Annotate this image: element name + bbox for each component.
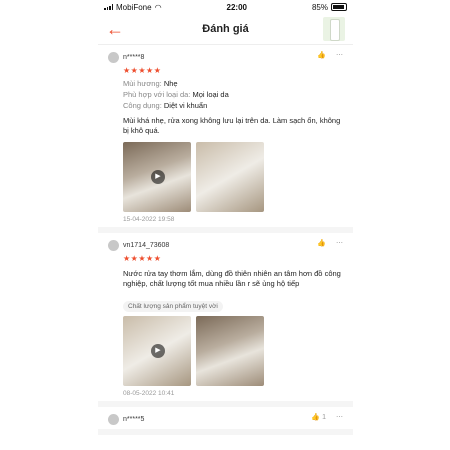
review-tag: Chất lượng sản phẩm tuyệt vời — [123, 301, 223, 312]
review-text: Mùi khá nhẹ, rửa xong không lưu lại trên… — [123, 116, 341, 135]
attribute-row: Mùi hương: Nhẹ — [123, 79, 178, 88]
review-photo[interactable] — [196, 316, 264, 386]
review-video[interactable]: ▶ — [123, 142, 191, 212]
avatar[interactable] — [108, 413, 119, 425]
review-item: n*****5 👍 1 ⋯ — [98, 407, 353, 435]
play-icon[interactable]: ▶ — [151, 344, 165, 358]
top-bar: ← Đánh giá — [98, 14, 353, 45]
review-media: ▶ — [123, 316, 343, 386]
more-icon[interactable]: ⋯ — [336, 239, 343, 247]
review-date: 15-04-2022 19:58 — [123, 216, 175, 223]
status-bar: MobiFone ◠ 22:00 85% — [98, 0, 353, 14]
attribute-row: Phù hợp với loại da: Mọi loại da — [123, 90, 229, 99]
avatar[interactable] — [108, 239, 119, 251]
battery-icon — [330, 3, 347, 11]
more-icon[interactable]: ⋯ — [336, 51, 343, 59]
review-video[interactable]: ▶ — [123, 316, 191, 386]
star-rating: ★★★★★ — [123, 66, 162, 75]
thumbs-up-icon[interactable]: 👍 1 — [311, 413, 326, 421]
product-thumbnail[interactable] — [323, 17, 345, 41]
app-screen: MobiFone ◠ 22:00 85% ← Đánh giá n*****8 … — [98, 0, 353, 450]
username: vn1714_73608 — [123, 241, 170, 249]
attribute-row: Công dụng: Diệt vi khuẩn — [123, 101, 208, 110]
review-item: n*****8 👍 ⋯ ★★★★★ Mùi hương: Nhẹ Phù hợp… — [98, 45, 353, 233]
review-media: ▶ — [123, 142, 343, 212]
play-icon[interactable]: ▶ — [151, 170, 165, 184]
review-photo[interactable] — [196, 142, 264, 212]
username: n*****5 — [123, 415, 145, 423]
review-date: 08-05-2022 10:41 — [123, 390, 175, 397]
battery-percent: 85% — [311, 2, 328, 12]
back-arrow-icon[interactable]: ← — [106, 20, 124, 38]
more-icon[interactable]: ⋯ — [336, 413, 343, 421]
review-text: Nước rửa tay thơm lắm, dùng đồ thiên nhi… — [123, 269, 341, 288]
avatar[interactable] — [108, 51, 119, 63]
page-title: Đánh giá — [202, 23, 249, 35]
clock: 22:00 — [226, 2, 247, 12]
wifi-icon: ◠ — [154, 2, 162, 12]
carrier: MobiFone — [116, 2, 152, 12]
like-count: 1 — [322, 414, 326, 421]
review-item: vn1714_73608 👍 ⋯ ★★★★★ Nước rửa tay thơm… — [98, 233, 353, 407]
signal-icon — [104, 4, 113, 10]
thumbs-up-icon[interactable]: 👍 — [317, 51, 326, 59]
username: n*****8 — [123, 53, 145, 61]
star-rating: ★★★★★ — [123, 254, 162, 263]
thumbs-up-icon[interactable]: 👍 — [317, 239, 326, 247]
